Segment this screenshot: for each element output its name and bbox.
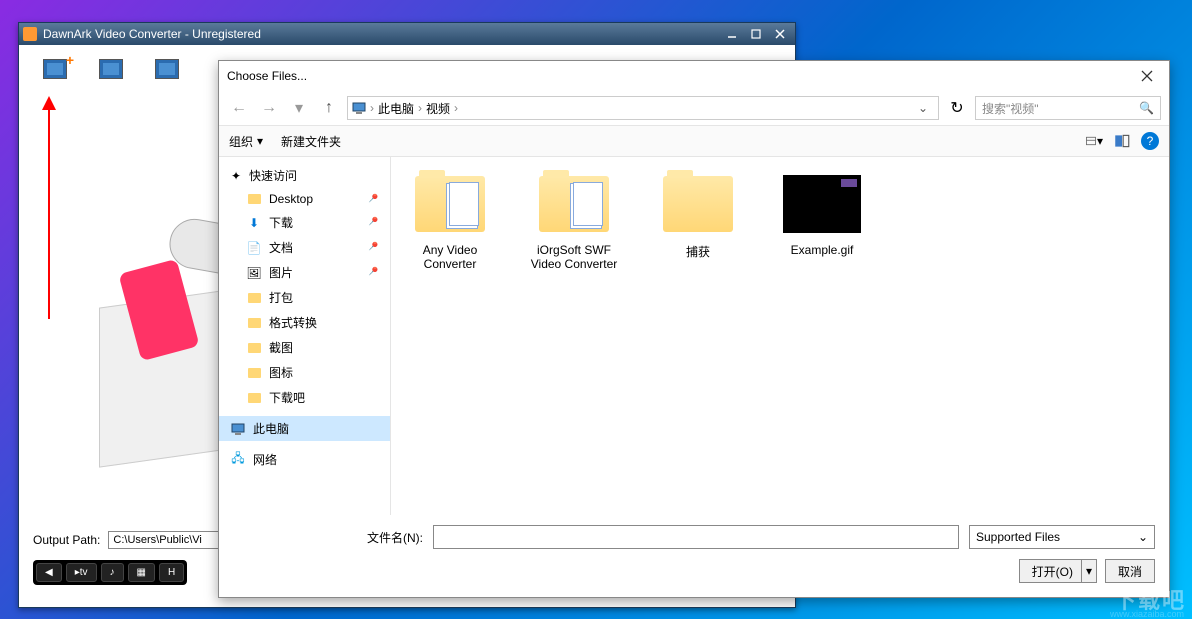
pc-icon — [352, 101, 366, 115]
breadcrumb[interactable]: › 此电脑 › 视频 › ⌄ — [347, 96, 939, 120]
file-item[interactable]: iOrgSoft SWF Video Converter — [527, 173, 621, 271]
file-dialog: Choose Files... ← → ▾ ↑ › 此电脑 › 视频 › ⌄ ↻… — [218, 60, 1170, 598]
watermark-url: www.xiazaiba.com — [1110, 609, 1184, 619]
command-row: 组织 ▾ 新建文件夹 ▾ ? — [219, 125, 1169, 157]
search-input[interactable]: 搜索"视频" 🔍 — [975, 96, 1161, 120]
sidebar: ✦ 快速访问 Desktop📍 ⬇下载📍 📄文档📍 🖼图片📍 打包 格式转换 截… — [219, 157, 391, 515]
new-folder-button[interactable]: 新建文件夹 — [281, 133, 341, 150]
pin-icon: 📍 — [363, 264, 380, 281]
recent-dropdown[interactable]: ▾ — [287, 96, 311, 120]
toolbar-button-3[interactable] — [155, 59, 179, 79]
nav-row: ← → ▾ ↑ › 此电脑 › 视频 › ⌄ ↻ 搜索"视频" 🔍 — [219, 91, 1169, 125]
file-type-select[interactable]: Supported Files ⌄ — [969, 525, 1155, 549]
preset-appletv[interactable]: ▸tv — [66, 563, 97, 582]
sidebar-item-thispc[interactable]: 此电脑 — [219, 416, 390, 441]
preview-pane-button[interactable] — [1113, 132, 1131, 150]
refresh-button[interactable]: ↻ — [945, 96, 969, 120]
network-icon: 🖧 — [231, 453, 245, 467]
pictures-icon: 🖼 — [247, 266, 261, 280]
pin-icon: 📍 — [363, 239, 380, 256]
sidebar-item-documents[interactable]: 📄文档📍 — [219, 235, 390, 260]
sidebar-item-desktop[interactable]: Desktop📍 — [219, 188, 390, 210]
back-button[interactable]: ← — [227, 96, 251, 120]
preset-row: ◀ ▸tv ♪ ▦ H — [33, 560, 187, 585]
app-titlebar[interactable]: DawnArk Video Converter - Unregistered — [19, 23, 795, 45]
preset-h[interactable]: H — [159, 563, 184, 582]
folder-icon — [247, 391, 261, 405]
breadcrumb-part[interactable]: 此电脑 — [378, 100, 414, 117]
preset-grid[interactable]: ▦ — [128, 563, 155, 582]
chevron-down-icon: ▾ — [257, 134, 263, 148]
file-name: iOrgSoft SWF Video Converter — [527, 243, 621, 271]
dialog-title: Choose Files... — [227, 69, 307, 83]
open-dropdown[interactable]: ▾ — [1081, 560, 1096, 582]
folder-icon — [415, 176, 485, 232]
sidebar-item[interactable]: 格式转换 — [219, 310, 390, 335]
chevron-right-icon[interactable]: › — [370, 101, 374, 115]
pin-icon: 📍 — [363, 214, 380, 231]
toolbar-button-2[interactable] — [99, 59, 123, 79]
filename-input[interactable] — [433, 525, 959, 549]
add-file-button[interactable] — [43, 59, 67, 79]
folder-icon — [247, 341, 261, 355]
documents-icon: 📄 — [247, 241, 261, 255]
organize-menu[interactable]: 组织 ▾ — [229, 133, 263, 150]
dialog-bottom: 文件名(N): Supported Files ⌄ 打开(O) ▾ 取消 — [219, 515, 1169, 597]
sidebar-item[interactable]: 下载吧 — [219, 385, 390, 410]
pin-icon: 📍 — [363, 191, 380, 208]
minimize-button[interactable] — [721, 26, 743, 42]
chevron-down-icon: ⌄ — [1138, 530, 1148, 544]
file-item[interactable]: Example.gif — [775, 173, 869, 257]
preset-prev[interactable]: ◀ — [36, 563, 62, 582]
view-options-button[interactable]: ▾ — [1085, 132, 1103, 150]
download-icon: ⬇ — [247, 216, 261, 230]
app-title: DawnArk Video Converter - Unregistered — [43, 27, 261, 41]
close-button[interactable] — [769, 26, 791, 42]
folder-icon — [663, 176, 733, 232]
folder-icon — [247, 192, 261, 206]
pc-icon — [231, 422, 245, 436]
folder-icon — [539, 176, 609, 232]
output-path-label: Output Path: — [33, 533, 100, 547]
chevron-right-icon[interactable]: › — [418, 101, 422, 115]
image-thumbnail — [783, 175, 861, 233]
app-icon — [23, 27, 37, 41]
folder-icon — [247, 366, 261, 380]
annotation-arrow — [48, 99, 50, 319]
breadcrumb-dropdown[interactable]: ⌄ — [912, 101, 934, 115]
filename-label: 文件名(N): — [233, 529, 423, 546]
file-name: Any Video Converter — [403, 243, 497, 271]
file-item[interactable]: 捕获 — [651, 173, 745, 260]
search-icon: 🔍 — [1139, 101, 1154, 115]
search-placeholder: 搜索"视频" — [982, 100, 1039, 117]
sidebar-item-downloads[interactable]: ⬇下载📍 — [219, 210, 390, 235]
dialog-titlebar[interactable]: Choose Files... — [219, 61, 1169, 91]
cancel-button[interactable]: 取消 — [1105, 559, 1155, 583]
chevron-right-icon[interactable]: › — [454, 101, 458, 115]
folder-icon — [247, 316, 261, 330]
file-name: Example.gif — [775, 243, 869, 257]
help-icon[interactable]: ? — [1141, 132, 1159, 150]
preset-audio[interactable]: ♪ — [101, 563, 124, 582]
sidebar-item-pictures[interactable]: 🖼图片📍 — [219, 260, 390, 285]
star-icon: ✦ — [229, 169, 243, 183]
sidebar-item[interactable]: 打包 — [219, 285, 390, 310]
close-icon[interactable] — [1133, 66, 1161, 86]
file-item[interactable]: Any Video Converter — [403, 173, 497, 271]
forward-button[interactable]: → — [257, 96, 281, 120]
sidebar-quick-access[interactable]: ✦ 快速访问 — [219, 163, 390, 188]
sidebar-item-network[interactable]: 🖧网络 — [219, 447, 390, 472]
file-name: 捕获 — [651, 243, 745, 260]
sidebar-item[interactable]: 截图 — [219, 335, 390, 360]
open-button[interactable]: 打开(O) ▾ — [1019, 559, 1097, 583]
file-list[interactable]: Any Video Converter iOrgSoft SWF Video C… — [391, 157, 1169, 515]
folder-icon — [247, 291, 261, 305]
maximize-button[interactable] — [745, 26, 767, 42]
sidebar-item[interactable]: 图标 — [219, 360, 390, 385]
breadcrumb-part[interactable]: 视频 — [426, 100, 450, 117]
up-button[interactable]: ↑ — [317, 96, 341, 120]
